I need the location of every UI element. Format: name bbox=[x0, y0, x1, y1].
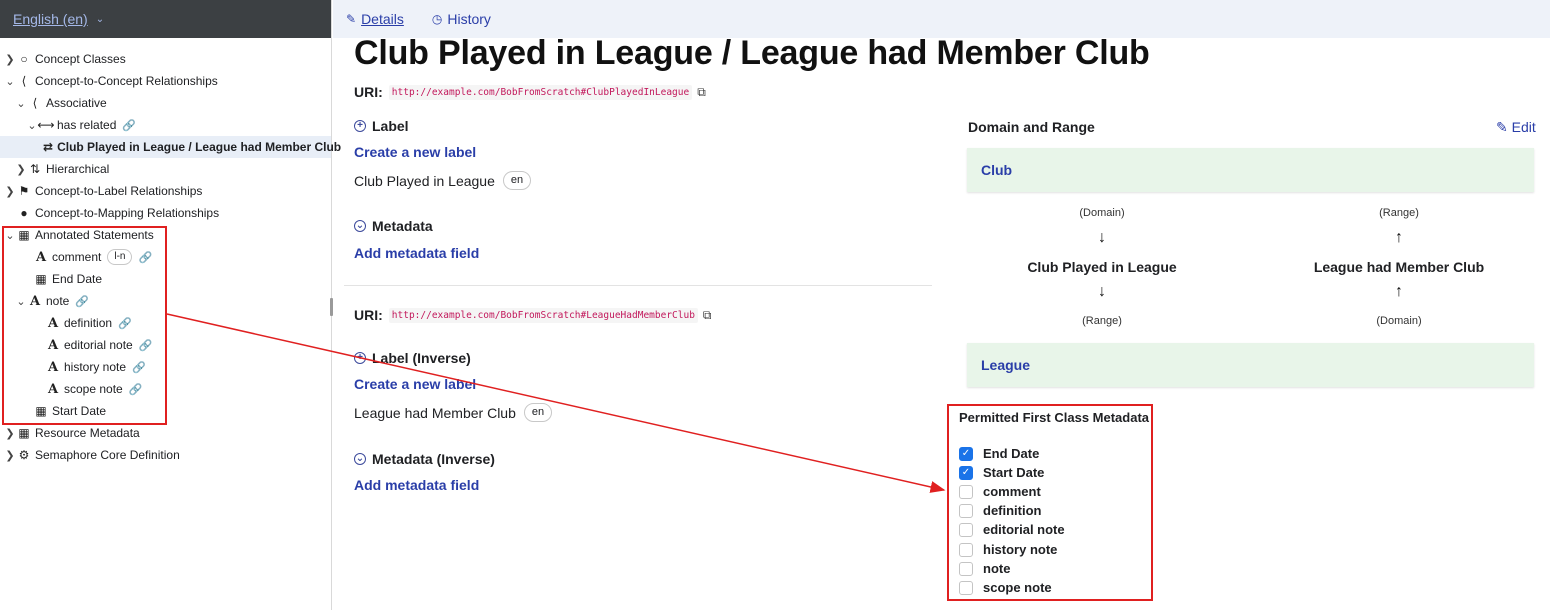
annotation-arrow bbox=[166, 313, 946, 493]
